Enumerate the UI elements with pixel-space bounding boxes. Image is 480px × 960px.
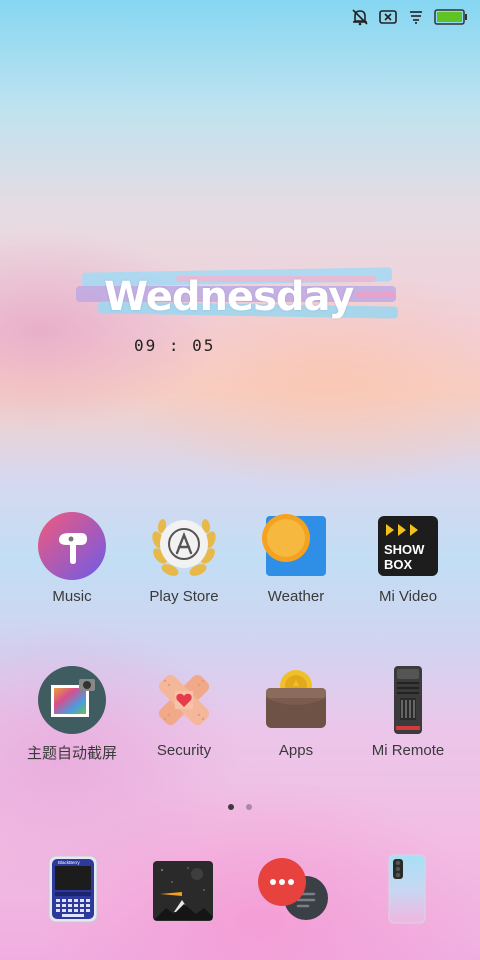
page-dot[interactable]	[246, 804, 252, 810]
svg-text:BOX: BOX	[384, 557, 413, 572]
mi-remote-icon	[372, 664, 444, 736]
dock-space-launcher[interactable]	[148, 858, 218, 928]
battery-icon	[434, 7, 468, 27]
app-mi-video[interactable]: SHOW BOX Mi Video	[352, 510, 464, 605]
alarm-off-icon	[350, 7, 370, 27]
svg-text:SHOW: SHOW	[384, 542, 425, 557]
huawei-phone-icon	[379, 854, 435, 928]
app-music[interactable]: Music	[16, 510, 128, 605]
page-indicator	[0, 804, 480, 810]
app-security[interactable]: Security	[128, 664, 240, 759]
app-play-store[interactable]: Play Store	[128, 510, 240, 605]
sim-error-icon	[378, 7, 398, 27]
app-label: 主题自动截屏	[26, 745, 117, 762]
brush-stroke	[356, 292, 396, 298]
space-launcher-icon	[152, 860, 214, 926]
app-theme-screenshot[interactable]: 主题自动截屏	[16, 664, 128, 763]
app-label: Music	[52, 588, 92, 605]
app-mi-remote[interactable]: Mi Remote	[352, 664, 464, 759]
app-label: Security	[156, 742, 212, 759]
svg-text:BlackBerry: BlackBerry	[58, 860, 81, 865]
signal-icon	[406, 7, 426, 27]
app-label: Mi Remote	[371, 742, 445, 759]
music-icon	[36, 510, 108, 582]
blackberry-phone-icon: BlackBerry	[48, 855, 98, 927]
apps-wallet-icon	[260, 664, 332, 736]
messaging-icon	[256, 854, 330, 928]
status-bar	[350, 6, 468, 28]
mi-video-icon: SHOW BOX	[372, 510, 444, 582]
app-weather[interactable]: Weather	[240, 510, 352, 605]
dock-messaging[interactable]	[258, 856, 328, 926]
app-label: Weather	[267, 588, 325, 605]
app-label: Apps	[278, 742, 314, 759]
dock-blackberry-phone[interactable]: BlackBerry	[38, 855, 108, 927]
dock-huawei-phone[interactable]	[372, 854, 442, 928]
page-dot-active[interactable]	[228, 804, 234, 810]
clock-time: 09 : 05	[134, 336, 216, 355]
app-label: Mi Video	[378, 588, 438, 605]
app-apps[interactable]: Apps	[240, 664, 352, 759]
day-of-week: Wednesday	[104, 274, 354, 320]
play-store-icon	[148, 510, 220, 582]
theme-screenshot-icon	[36, 664, 108, 736]
app-label: Play Store	[149, 588, 219, 605]
clock-widget[interactable]: Wednesday 09 : 05	[76, 262, 406, 362]
weather-icon	[260, 510, 332, 582]
security-icon	[148, 664, 220, 736]
